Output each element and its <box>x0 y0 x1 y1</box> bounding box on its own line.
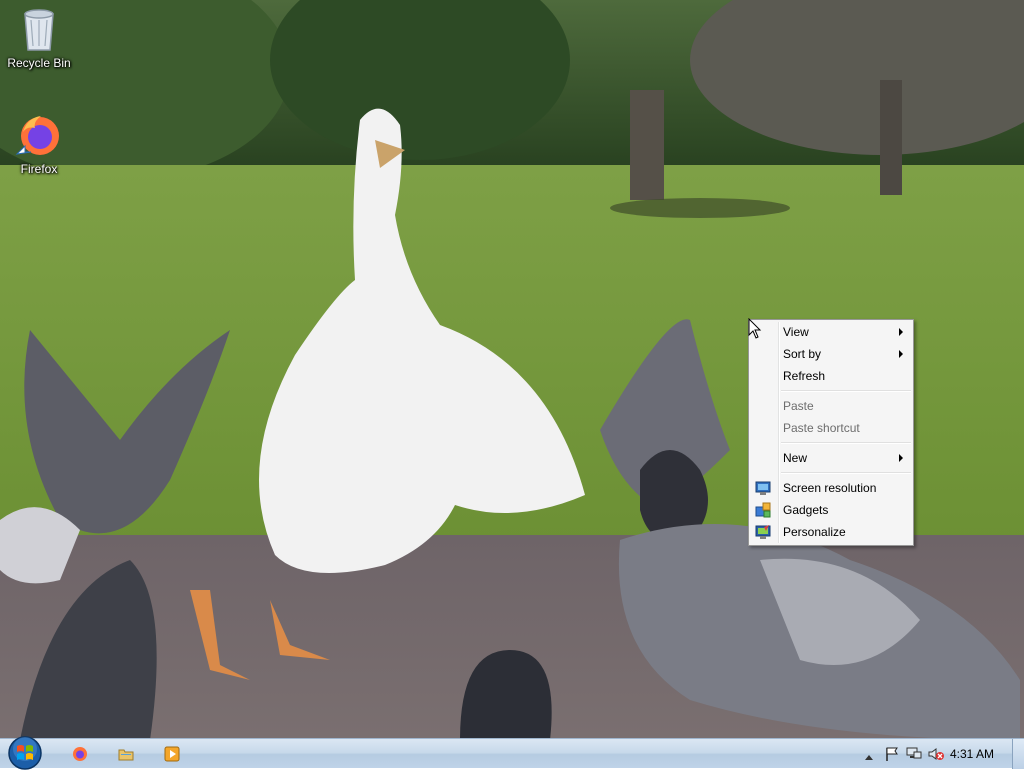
explorer-folder-icon <box>118 746 134 762</box>
menu-item-personalize[interactable]: Personalize <box>751 521 911 543</box>
menu-item-label: New <box>783 451 808 465</box>
show-hidden-icons-arrow-icon[interactable] <box>864 750 874 760</box>
menu-item-paste-shortcut: Paste shortcut <box>751 417 911 439</box>
desktop-context-menu: View Sort by Refresh Paste Paste shortcu… <box>748 319 914 546</box>
windows-start-orb-icon <box>8 736 42 770</box>
start-button[interactable] <box>6 735 44 771</box>
menu-item-label: Screen resolution <box>783 481 877 495</box>
media-player-icon <box>164 746 180 762</box>
submenu-arrow-icon <box>899 350 903 358</box>
desktop-icon-firefox[interactable]: Firefox <box>1 112 77 176</box>
desktop-icon-label: Recycle Bin <box>7 56 71 70</box>
clock[interactable]: 4:31 AM <box>950 747 994 761</box>
gadgets-icon <box>755 502 771 518</box>
menu-item-label: Gadgets <box>783 503 829 517</box>
show-desktop-button[interactable] <box>1012 739 1024 769</box>
taskbar-firefox-button[interactable] <box>58 741 102 767</box>
desktop-icon-recycle-bin[interactable]: Recycle Bin <box>1 6 77 70</box>
menu-item-refresh[interactable]: Refresh <box>751 365 911 387</box>
network-icon[interactable] <box>906 747 922 761</box>
notification-area: 4:31 AM <box>842 739 1024 769</box>
menu-separator <box>781 390 911 392</box>
menu-item-new[interactable]: New <box>751 447 911 469</box>
menu-item-gadgets[interactable]: Gadgets <box>751 499 911 521</box>
screen-resolution-icon <box>755 480 771 496</box>
menu-item-label: Personalize <box>783 525 846 539</box>
menu-item-label: View <box>783 325 809 339</box>
menu-item-view[interactable]: View <box>751 321 911 343</box>
menu-item-label: Paste <box>783 399 814 413</box>
submenu-arrow-icon <box>899 328 903 336</box>
submenu-arrow-icon <box>899 454 903 462</box>
taskbar-media-player-button[interactable] <box>150 741 194 767</box>
desktop-icon-label: Firefox <box>20 162 58 176</box>
menu-item-label: Refresh <box>783 369 826 383</box>
personalize-icon <box>755 524 771 540</box>
volume-muted-icon[interactable] <box>928 747 944 761</box>
menu-separator <box>781 442 911 444</box>
menu-item-label: Sort by <box>783 347 822 361</box>
menu-item-screen-resolution[interactable]: Screen resolution <box>751 477 911 499</box>
taskbar-explorer-button[interactable] <box>104 741 148 767</box>
menu-item-paste: Paste <box>751 395 911 417</box>
mouse-pointer-icon <box>748 317 762 340</box>
firefox-icon <box>72 746 88 762</box>
taskbar: 4:31 AM <box>0 735 1024 771</box>
recycle-bin-icon <box>15 6 63 54</box>
menu-item-sort-by[interactable]: Sort by <box>751 343 911 365</box>
action-center-flag-icon[interactable] <box>884 747 900 761</box>
menu-separator <box>781 472 911 474</box>
menu-item-label: Paste shortcut <box>783 421 860 435</box>
firefox-icon <box>15 112 63 160</box>
